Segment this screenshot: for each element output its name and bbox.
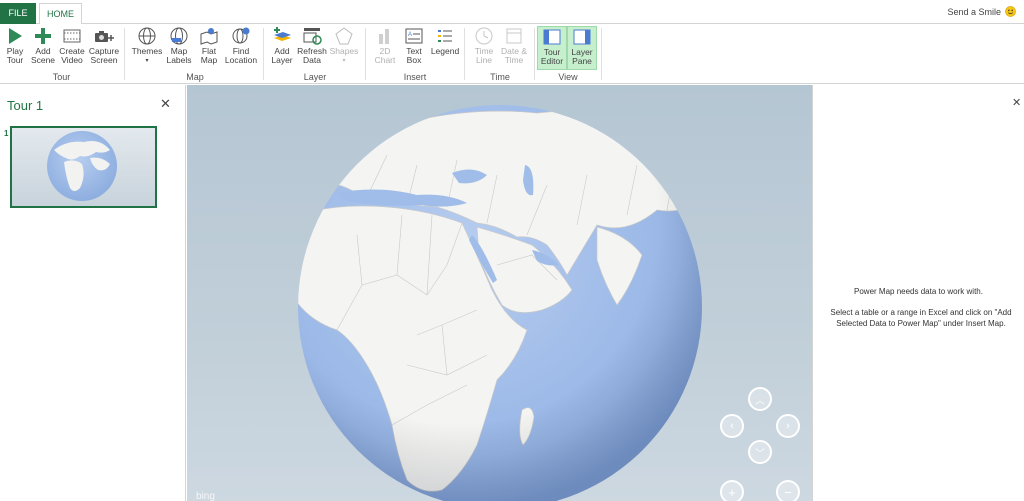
plus-icon: + <box>728 484 736 500</box>
text-box-button[interactable]: A Text Box <box>399 26 429 70</box>
add-layer-icon <box>274 27 291 41</box>
globe-map <box>298 105 702 501</box>
legend-icon <box>438 30 452 42</box>
ribbon: Play Tour Add Scene Create Video Capture… <box>0 24 1024 84</box>
rotate-left-button[interactable]: ‹ <box>720 414 744 438</box>
calendar-icon <box>506 28 522 44</box>
layer-pane-icon <box>573 29 591 45</box>
camera-icon <box>95 31 114 42</box>
text-box-icon: A <box>405 28 423 44</box>
clock-icon <box>475 27 493 45</box>
group-label-view: View <box>558 72 578 82</box>
play-tour-button[interactable]: Play Tour <box>0 26 30 70</box>
time-line-button[interactable]: Time Line <box>469 26 499 70</box>
send-smile-button[interactable]: Send a Smile <box>947 6 1016 17</box>
globe-thumbnail-icon <box>47 131 117 201</box>
date-time-button[interactable]: Date & Time <box>499 26 529 70</box>
themes-button[interactable]: Themes ▾ <box>132 26 162 70</box>
ribbon-separator <box>601 28 602 80</box>
tour-title[interactable]: Tour 1 <box>7 98 43 113</box>
tour-editor-icon <box>543 29 561 45</box>
shapes-icon <box>335 27 353 45</box>
group-time: Time Line Date & Time Time <box>466 24 534 84</box>
flat-map-button[interactable]: Flat Map <box>194 26 224 70</box>
globe-icon <box>138 27 156 45</box>
layer-pane: ✕ Power Map needs data to work with. Sel… <box>812 85 1024 501</box>
shapes-button[interactable]: Shapes ▾ <box>329 26 359 70</box>
ribbon-separator <box>365 28 366 80</box>
zoom-in-button[interactable]: + <box>720 480 744 501</box>
close-tour-pane-icon[interactable]: ✕ <box>160 96 171 112</box>
ribbon-separator <box>263 28 264 80</box>
map-labels-button[interactable]: Map Labels <box>164 26 194 70</box>
flat-map-icon <box>200 28 218 45</box>
chevron-right-icon: › <box>786 420 790 432</box>
refresh-data-button[interactable]: Refresh Data <box>297 26 327 70</box>
play-icon <box>9 28 22 44</box>
find-location-icon <box>232 27 250 44</box>
rotate-right-button[interactable]: › <box>776 414 800 438</box>
ribbon-separator <box>464 28 465 80</box>
svg-text:A: A <box>408 32 412 38</box>
add-layer-button[interactable]: Add Layer <box>267 26 297 70</box>
group-layer: Add Layer Refresh Data Shapes ▾ Layer <box>265 24 365 84</box>
tour-editor-pane: Tour 1 ✕ 1 <box>0 85 186 501</box>
plus-icon <box>35 28 51 44</box>
tab-home[interactable]: HOME <box>39 3 82 25</box>
map-labels-icon <box>170 27 188 45</box>
tilt-up-button[interactable]: ︿ <box>748 387 772 411</box>
map-view[interactable]: ︿ ‹ › ﹀ + − <box>187 85 812 501</box>
group-insert: 2D Chart A Text Box Legend Insert <box>367 24 463 84</box>
capture-screen-button[interactable]: Capture Screen <box>88 26 120 70</box>
send-smile-label: Send a Smile <box>947 6 1001 17</box>
find-location-button[interactable]: Find Location <box>224 26 258 70</box>
group-label-time: Time <box>490 72 510 82</box>
group-label-layer: Layer <box>303 72 327 82</box>
chevron-down-icon: ▾ <box>342 58 346 64</box>
chevron-down-icon: ﹀ <box>755 448 765 460</box>
close-layer-pane-icon[interactable]: ✕ <box>1012 96 1021 109</box>
group-label-insert: Insert <box>403 72 427 82</box>
tour-editor-button[interactable]: Tour Editor <box>537 26 567 70</box>
group-tour: Play Tour Add Scene Create Video Capture… <box>0 24 123 84</box>
ribbon-tab-strip: FILE HOME Send a Smile <box>0 0 1024 25</box>
refresh-icon <box>303 28 322 45</box>
add-scene-button[interactable]: Add Scene <box>28 26 58 70</box>
group-map: Themes ▾ Map Labels Flat Map Find Locati… <box>126 24 264 84</box>
ribbon-separator <box>124 28 125 80</box>
scene-thumbnail[interactable] <box>10 126 157 208</box>
2d-chart-button[interactable]: 2D Chart <box>370 26 400 70</box>
create-video-button[interactable]: Create Video <box>57 26 87 70</box>
legend-button[interactable]: Legend <box>429 26 461 70</box>
no-data-message: Power Map needs data to work with. <box>854 287 983 296</box>
group-label-tour: Tour <box>52 72 71 82</box>
chevron-left-icon: ‹ <box>730 420 734 432</box>
zoom-out-button[interactable]: − <box>776 480 800 501</box>
tilt-down-button[interactable]: ﹀ <box>748 440 772 464</box>
group-view: Tour Editor Layer Pane View <box>536 24 600 84</box>
chevron-up-icon: ︿ <box>755 395 765 407</box>
minus-icon: − <box>784 484 792 500</box>
group-label-map: Map <box>186 72 204 82</box>
chevron-down-icon: ▾ <box>145 58 149 64</box>
smiley-icon <box>1005 6 1016 17</box>
scene-number: 1 <box>4 129 9 138</box>
layer-pane-button[interactable]: Layer Pane <box>567 26 597 70</box>
bar-chart-icon <box>379 29 389 44</box>
add-data-instructions: Select a table or a range in Excel and c… <box>830 308 1012 328</box>
ribbon-separator <box>534 28 535 80</box>
bing-logo: bing <box>196 491 215 501</box>
tab-file[interactable]: FILE <box>0 3 36 24</box>
film-icon <box>63 29 81 43</box>
